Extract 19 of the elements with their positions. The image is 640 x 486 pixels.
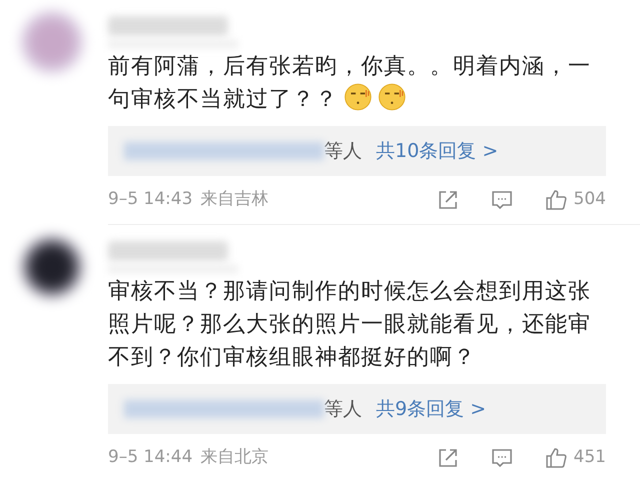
comment-location: 来自吉林 — [200, 188, 269, 212]
reply-names: 等人 — [324, 138, 362, 164]
comment-time: 9–5 14:43 — [108, 188, 193, 212]
like-count: 451 — [574, 446, 606, 470]
comment-text: 审核不当？那请问制作的时候怎么会想到用这张照片呢？那么大张的照片一眼就能看见，还能审不到？你们审核组眼神都挺好的啊？ — [108, 278, 592, 372]
comment-icon[interactable] — [490, 188, 514, 212]
comment-time: 9–5 14:44 — [108, 446, 193, 470]
avatar[interactable] — [20, 235, 84, 299]
comment-icon[interactable] — [490, 446, 514, 470]
smiley-face-icon — [344, 83, 372, 111]
comment-text: 前有阿蒲，后有张若昀，你真。。明着内涵，一句审核不当就过了？？ — [108, 53, 592, 114]
comment-location: 来自北京 — [200, 446, 269, 470]
replies-link[interactable]: 共9条回复 > — [376, 394, 486, 424]
like-count: 504 — [574, 188, 606, 212]
thumbs-up-icon[interactable] — [544, 446, 568, 470]
smiley-face-icon — [378, 83, 406, 111]
reply-names: 等人 — [324, 396, 362, 422]
thumbs-up-icon[interactable] — [544, 188, 568, 212]
replies-link[interactable]: 共10条回复 > — [376, 136, 498, 166]
